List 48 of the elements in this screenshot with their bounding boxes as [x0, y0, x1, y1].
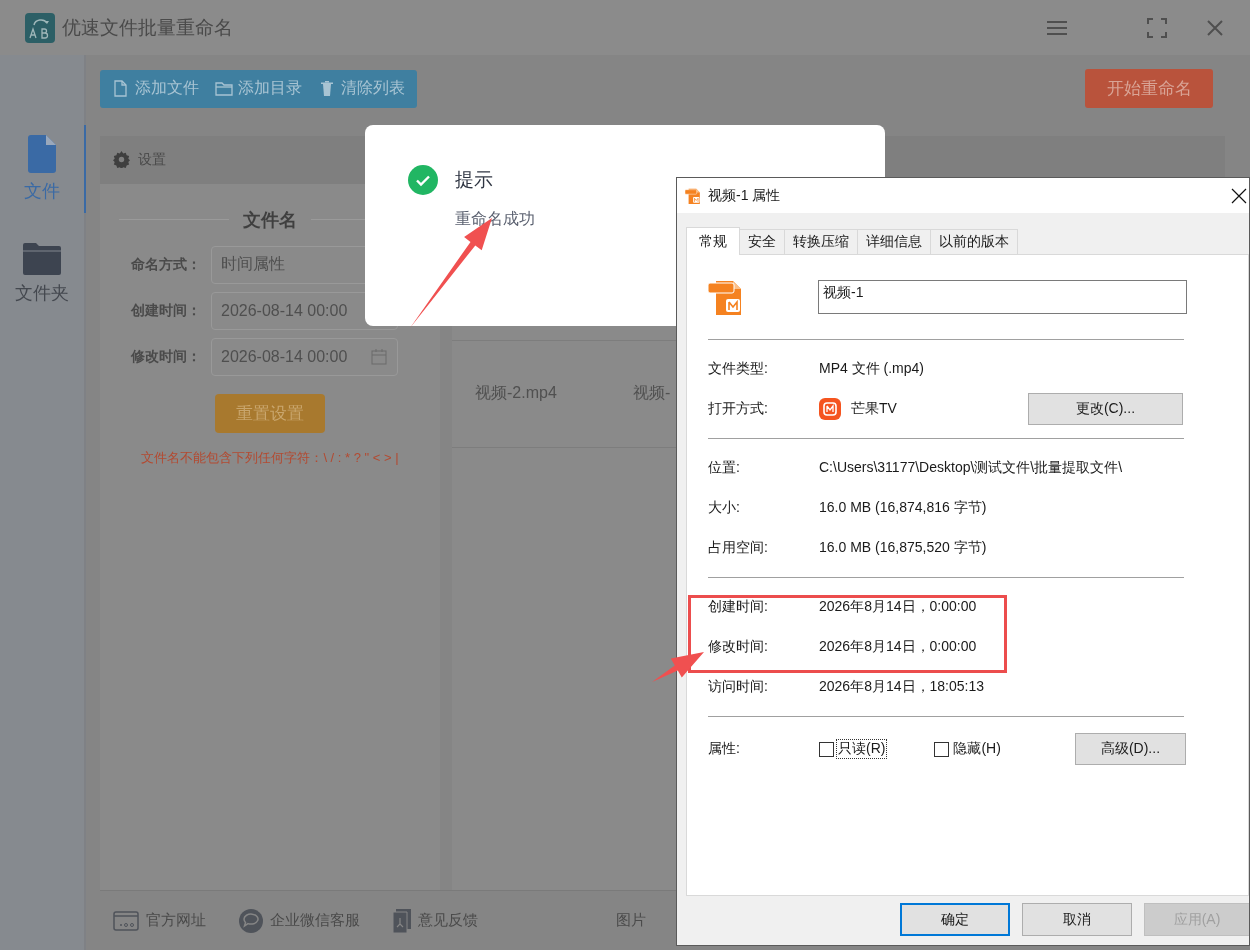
- start-rename-button[interactable]: 开始重命名: [1085, 69, 1213, 109]
- property-label: 创建时间:: [708, 598, 769, 616]
- property-label: 位置:: [708, 459, 741, 477]
- toolbar-button[interactable]: 添加目录: [207, 69, 310, 108]
- property-value: MP4 文件 (.mp4): [819, 360, 924, 378]
- advanced-button[interactable]: 高级(D)...: [1075, 733, 1186, 765]
- property-label: 文件类型:: [708, 360, 769, 378]
- tab[interactable]: 以前的版本: [930, 229, 1018, 254]
- property-label: 属性:: [708, 740, 741, 758]
- file-name-cell-text: 视频-: [633, 383, 672, 404]
- property-value: 2026年8月14日，0:00:00: [819, 638, 977, 656]
- checkbox[interactable]: 隐藏(H): [934, 740, 1002, 758]
- tab[interactable]: 常规: [686, 227, 740, 255]
- property-value: 2026年8月14日，18:05:13: [819, 678, 984, 696]
- property-label: 修改时间:: [708, 638, 769, 656]
- file-name-field[interactable]: 视频-1: [818, 280, 1187, 314]
- footer-link[interactable]: 意见反馈: [393, 908, 478, 933]
- reset-button[interactable]: 重置设置: [215, 393, 325, 433]
- window-title: 视频-1 属性: [708, 186, 781, 205]
- field-label: 命名方式：: [130, 255, 202, 274]
- footer-link[interactable]: 图片: [616, 911, 646, 930]
- sidebar-tab[interactable]: 文件夹: [0, 233, 86, 315]
- property-label: 访问时间:: [708, 678, 769, 696]
- dialog-title: 提示: [455, 168, 493, 192]
- property-value: 芒果TV: [851, 400, 897, 418]
- app-title: 优速文件批量重命名: [62, 15, 233, 40]
- checkbox[interactable]: 只读(R): [819, 740, 887, 758]
- warning-text: 文件名不能包含下列任何字符：\ / : * ? " < > |: [140, 448, 400, 467]
- dialog-button[interactable]: 确定: [900, 903, 1010, 936]
- field-label: 创建时间：: [130, 301, 202, 320]
- toolbar-button[interactable]: 添加文件: [104, 69, 207, 108]
- dialog-message: 重命名成功: [455, 209, 536, 229]
- toolbar-button[interactable]: 清除列表: [310, 69, 413, 108]
- sidebar-tab[interactable]: 文件: [0, 125, 86, 213]
- property-value: 16.0 MB (16,874,816 字节): [819, 499, 987, 517]
- footer-link[interactable]: 企业微信客服: [239, 908, 360, 933]
- date-field[interactable]: 2026-08-14 00:00: [211, 337, 398, 376]
- property-value: 16.0 MB (16,875,520 字节): [819, 539, 987, 557]
- section-title: 文件名: [243, 208, 297, 232]
- dialog-button[interactable]: 取消: [1022, 903, 1132, 936]
- change-button[interactable]: 更改(C)...: [1028, 393, 1183, 425]
- property-value: 2026年8月14日，0:00:00: [819, 598, 977, 616]
- property-label: 占用空间:: [708, 539, 769, 557]
- property-label: 打开方式:: [708, 400, 769, 418]
- field-label: 修改时间：: [130, 347, 202, 366]
- property-value: C:\Users\31177\Desktop\测试文件\批量提取文件\: [819, 459, 1123, 477]
- property-label: 大小:: [708, 499, 741, 517]
- file-name-cell-text: 视频-2.mp4: [475, 383, 558, 404]
